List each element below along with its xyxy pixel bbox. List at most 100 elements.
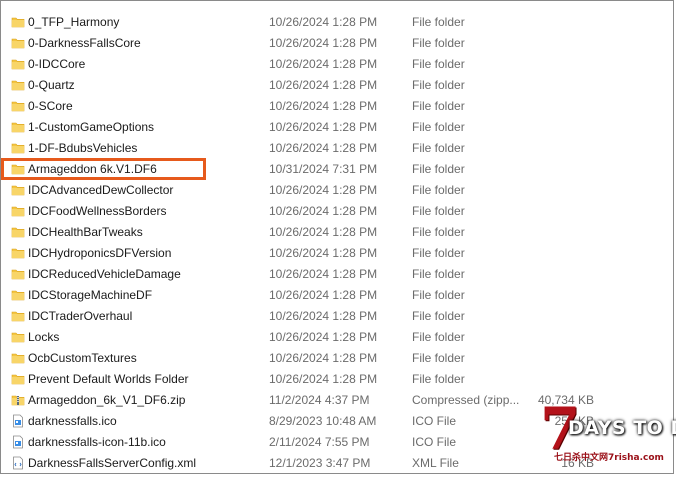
file-row[interactable]: IDCTraderOverhaul 10/26/2024 1:28 PM File … bbox=[2, 306, 674, 327]
file-row[interactable]: 0-IDCCore 10/26/2024 1:28 PM File folder bbox=[2, 54, 674, 75]
file-type: File folder bbox=[412, 141, 465, 155]
file-row[interactable]: 1-CustomGameOptions 10/26/2024 1:28 PM Fil… bbox=[2, 117, 674, 138]
ico-file-icon bbox=[11, 414, 25, 428]
file-type: ICO File bbox=[412, 414, 457, 428]
file-name: IDCTraderOverhaul bbox=[28, 309, 133, 323]
file-date-modified: 10/26/2024 1:28 PM bbox=[269, 120, 378, 134]
watermark-text: DAYS TO DIE bbox=[568, 417, 676, 439]
file-type: File folder bbox=[412, 57, 465, 71]
file-name: IDCHydroponicsDFVersion bbox=[28, 246, 172, 260]
file-date-modified: 10/26/2024 1:28 PM bbox=[269, 351, 378, 365]
file-date-modified: 10/26/2024 1:28 PM bbox=[269, 99, 378, 113]
file-date-modified: 10/26/2024 1:28 PM bbox=[269, 57, 378, 71]
file-name: IDCHealthBarTweaks bbox=[28, 225, 143, 239]
file-name: DarknessFallsServerConfig.xml bbox=[28, 456, 197, 470]
file-name: Armageddon_6k_V1_DF6.zip bbox=[28, 393, 186, 407]
file-row[interactable]: IDCHydroponicsDFVersion 10/26/2024 1:28 P… bbox=[2, 243, 674, 264]
file-name: IDCStorageMachineDF bbox=[28, 288, 153, 302]
file-type: XML File bbox=[412, 456, 459, 470]
file-date-modified: 10/26/2024 1:28 PM bbox=[269, 183, 378, 197]
file-type: File folder bbox=[412, 99, 465, 113]
folder-icon bbox=[11, 78, 25, 92]
file-type: File folder bbox=[412, 309, 465, 323]
file-type: File folder bbox=[412, 36, 465, 50]
file-name: IDCFoodWellnessBorders bbox=[28, 204, 167, 218]
file-date-modified: 10/31/2024 7:31 PM bbox=[269, 162, 378, 176]
file-name: 0-IDCCore bbox=[28, 57, 86, 71]
file-row[interactable]: IDCHealthBarTweaks 10/26/2024 1:28 PM File… bbox=[2, 222, 674, 243]
file-row[interactable]: OcbCustomTextures 10/26/2024 1:28 PM File … bbox=[2, 348, 674, 369]
folder-icon bbox=[11, 141, 25, 155]
file-date-modified: 10/26/2024 1:28 PM bbox=[269, 78, 378, 92]
file-row[interactable]: IDCReducedVehicleDamage 10/26/2024 1:28 P… bbox=[2, 264, 674, 285]
folder-icon bbox=[11, 204, 25, 218]
file-row[interactable]: Locks 10/26/2024 1:28 PM File folder bbox=[2, 327, 674, 348]
file-name: 0-Quartz bbox=[28, 78, 75, 92]
file-date-modified: 10/26/2024 1:28 PM bbox=[269, 225, 378, 239]
file-name: IDCAdvancedDewCollector bbox=[28, 183, 174, 197]
file-name: 0-SCore bbox=[28, 99, 73, 113]
file-type: File folder bbox=[412, 351, 465, 365]
file-date-modified: 11/2/2024 4:37 PM bbox=[269, 393, 370, 407]
file-type: File folder bbox=[412, 183, 465, 197]
file-type: File folder bbox=[412, 267, 465, 281]
file-date-modified: 10/26/2024 1:28 PM bbox=[269, 246, 378, 260]
file-row[interactable]: 0-DarknessFallsCore 10/26/2024 1:28 PM Fil… bbox=[2, 33, 674, 54]
file-date-modified: 8/29/2023 10:48 AM bbox=[269, 414, 377, 428]
folder-icon bbox=[11, 120, 25, 134]
file-date-modified: 10/26/2024 1:28 PM bbox=[269, 204, 378, 218]
file-type: File folder bbox=[412, 246, 465, 260]
file-type: File folder bbox=[412, 330, 465, 344]
file-name: Prevent Default Worlds Folder bbox=[28, 372, 189, 386]
file-name: IDCReducedVehicleDamage bbox=[28, 267, 181, 281]
file-type: File folder bbox=[412, 15, 465, 29]
file-row[interactable]: Prevent Default Worlds Folder 10/26/2024 … bbox=[2, 369, 674, 390]
file-name: Locks bbox=[28, 330, 60, 344]
file-date-modified: 10/26/2024 1:28 PM bbox=[269, 36, 378, 50]
watermark-logo: 7 DAYS TO DIE 七日杀中文网7risha.com bbox=[540, 400, 676, 470]
file-row[interactable]: 1-DF-BdubsVehicles 10/26/2024 1:28 PM File… bbox=[2, 138, 674, 159]
folder-icon bbox=[11, 246, 25, 260]
file-type: File folder bbox=[412, 225, 465, 239]
file-date-modified: 10/26/2024 1:28 PM bbox=[269, 141, 378, 155]
file-type: ICO File bbox=[412, 435, 457, 449]
file-date-modified: 10/26/2024 1:28 PM bbox=[269, 372, 378, 386]
file-date-modified: 2/11/2024 7:55 PM bbox=[269, 435, 370, 449]
file-date-modified: 10/26/2024 1:28 PM bbox=[269, 15, 378, 29]
file-type: File folder bbox=[412, 204, 465, 218]
file-date-modified: 10/26/2024 1:28 PM bbox=[269, 288, 378, 302]
file-name: darknessfalls.ico bbox=[28, 414, 117, 428]
highlight-box bbox=[1, 158, 206, 180]
file-name: 1-CustomGameOptions bbox=[28, 120, 155, 134]
zip-folder-icon bbox=[11, 393, 25, 407]
ico-file-icon bbox=[11, 435, 25, 449]
file-row[interactable]: 0_TFP_Harmony 10/26/2024 1:28 PM File fold… bbox=[2, 12, 674, 33]
folder-icon bbox=[11, 57, 25, 71]
file-row[interactable]: IDCFoodWellnessBorders 10/26/2024 1:28 PM… bbox=[2, 201, 674, 222]
folder-icon bbox=[11, 288, 25, 302]
file-date-modified: 10/26/2024 1:28 PM bbox=[269, 267, 378, 281]
file-row[interactable]: IDCAdvancedDewCollector 10/26/2024 1:28 P… bbox=[2, 180, 674, 201]
file-type: File folder bbox=[412, 288, 465, 302]
file-type: File folder bbox=[412, 372, 465, 386]
file-name: OcbCustomTextures bbox=[28, 351, 137, 365]
file-type: File folder bbox=[412, 162, 465, 176]
folder-icon bbox=[11, 183, 25, 197]
folder-icon bbox=[11, 309, 25, 323]
folder-icon bbox=[11, 372, 25, 386]
file-row[interactable]: 0-SCore 10/26/2024 1:28 PM File folder bbox=[2, 96, 674, 117]
file-row[interactable]: IDCStorageMachineDF 10/26/2024 1:28 PM Fil… bbox=[2, 285, 674, 306]
file-type: Compressed (zipp... bbox=[412, 393, 520, 407]
file-name: 0_TFP_Harmony bbox=[28, 15, 120, 29]
file-date-modified: 10/26/2024 1:28 PM bbox=[269, 309, 378, 323]
file-name: darknessfalls-icon-11b.ico bbox=[28, 435, 166, 449]
folder-icon bbox=[11, 15, 25, 29]
xml-file-icon bbox=[11, 456, 25, 470]
file-date-modified: 12/1/2023 3:47 PM bbox=[269, 456, 371, 470]
file-type: File folder bbox=[412, 120, 465, 134]
folder-icon bbox=[11, 225, 25, 239]
folder-icon bbox=[11, 330, 25, 344]
folder-icon bbox=[11, 351, 25, 365]
file-row[interactable]: 0-Quartz 10/26/2024 1:28 PM File folder bbox=[2, 75, 674, 96]
file-name: 0-DarknessFallsCore bbox=[28, 36, 141, 50]
